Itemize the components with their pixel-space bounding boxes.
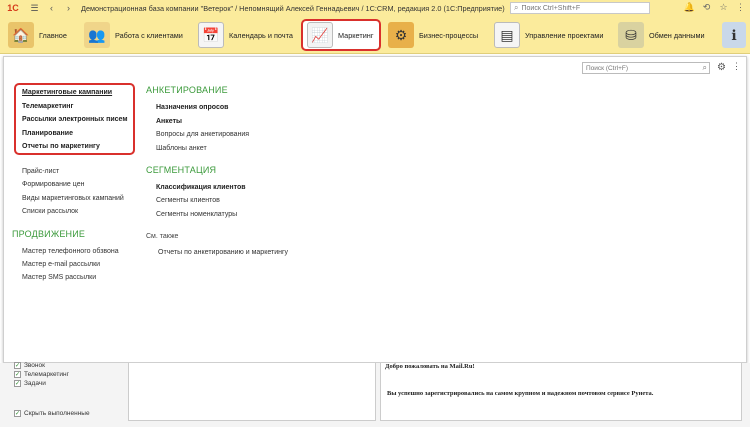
link-email-mailings[interactable]: Рассылки электронных писем [22,116,128,123]
heading-segmentation: СЕГМЕНТАЦИЯ [146,165,217,175]
link-product-segments[interactable]: Сегменты номенклатуры [156,211,237,218]
info-icon: ℹ [722,22,746,48]
marketing-icon: 📈 [307,22,333,48]
mail-greeting: Добро пожаловать на Mail.Ru! [385,363,475,370]
clients-icon: 👥 [84,22,110,48]
more-icon[interactable]: ⋮ [732,61,741,72]
link-marketing-reports[interactable]: Отчеты по маркетингу [22,143,100,150]
link-client-segments[interactable]: Сегменты клиентов [156,197,220,204]
window-title: Демонстрационная база компании "Ветерок"… [81,3,505,13]
link-survey-marketing-reports[interactable]: Отчеты по анкетированию и маркетингу [158,249,288,256]
filter-label: Задачи [24,380,46,387]
link-campaign-types[interactable]: Виды маркетинговых кампаний [22,195,124,202]
bell-icon[interactable]: 🔔 [684,2,695,13]
global-search-input[interactable] [521,4,642,12]
section-label: Бизнес-процессы [419,30,479,40]
marketing-panel: ⌕ ⚙ ⋮ Маркетинговые кампании Телемаркети… [3,56,747,363]
filter-tasks[interactable]: ✓ Задачи [14,380,46,387]
section-more[interactable]: ℹ [722,18,746,52]
panel-search[interactable]: ⌕ [582,62,710,74]
link-mailing-lists[interactable]: Списки рассылок [22,208,78,215]
filter-telemarketing[interactable]: ✓ Телемаркетинг [14,371,69,378]
section-label: Управление проектами [525,30,604,40]
check-icon: ✓ [14,380,21,387]
link-marketing-campaigns[interactable]: Маркетинговые кампании [22,89,112,96]
section-data-exchange[interactable]: ⛁ Обмен данными [618,18,705,52]
link-client-classification[interactable]: Классификация клиентов [156,184,246,191]
link-price-formation[interactable]: Формирование цен [22,181,84,188]
star-icon[interactable]: ☆ [718,2,729,13]
search-icon: ⌕ [514,3,519,12]
section-label: Обмен данными [649,30,705,40]
link-sms-wizard[interactable]: Мастер SMS рассылки [22,274,96,281]
sections-panel: 🏠 Главное 👥 Работа с клиентами 📅 Календа… [0,16,750,54]
gear-icon[interactable]: ⚙ [717,62,726,73]
section-calendar[interactable]: 📅 Календарь и почта [198,18,293,52]
link-phone-wizard[interactable]: Мастер телефонного обзвона [22,248,119,255]
link-survey-assignments[interactable]: Назначения опросов [156,104,228,111]
section-main[interactable]: 🏠 Главное [8,18,67,52]
section-label: Работа с клиентами [115,30,183,40]
section-marketing[interactable]: 📈 Маркетинг [301,19,382,51]
link-price-list[interactable]: Прайс-лист [22,168,59,175]
task-list-area [128,363,376,421]
link-survey-questions[interactable]: Вопросы для анкетирования [156,131,249,138]
section-label: Календарь и почта [229,30,293,40]
filter-label: Звонок [24,362,45,369]
app-logo: 1С [7,3,19,13]
panel-search-input[interactable] [586,64,686,72]
filter-call[interactable]: ✓ Звонок [14,362,45,369]
titlebar-tools: 🔔 ⟲ ☆ ⋮ [684,2,746,13]
data-exchange-icon: ⛁ [618,22,644,48]
see-also-label: См. также [146,233,179,240]
projects-icon: ▤ [494,22,520,48]
section-projects[interactable]: ▤ Управление проектами [494,18,603,52]
section-business-processes[interactable]: ⚙ Бизнес-процессы [388,18,478,52]
forward-icon[interactable]: › [63,3,74,14]
link-survey-templates[interactable]: Шаблоны анкет [156,145,207,152]
link-email-wizard[interactable]: Мастер e-mail рассылки [22,261,100,268]
search-icon: ⌕ [702,63,707,72]
global-search[interactable]: ⌕ [510,2,650,14]
business-process-icon: ⚙ [388,22,414,48]
mail-preview: Добро пожаловать на Mail.Ru! Вы успешно … [380,363,742,421]
history-icon[interactable]: ⟲ [701,2,712,13]
section-label: Маркетинг [338,30,374,40]
check-icon: ✓ [14,410,21,417]
filter-label: Скрыть выполненные [24,410,90,417]
heading-promotion: ПРОДВИЖЕНИЕ [12,229,86,239]
filter-hide-done[interactable]: ✓ Скрыть выполненные [14,410,90,417]
task-filter-column: ✓ Звонок ✓ Телемаркетинг ✓ Задачи ✓ Скрыть в… [4,362,126,421]
mail-body: Вы успешно зарегистрировались на самом к… [387,390,654,397]
back-icon[interactable]: ‹ [46,3,57,14]
check-icon: ✓ [14,371,21,378]
calendar-icon: 📅 [198,22,224,48]
check-icon: ✓ [14,362,21,369]
section-clients[interactable]: 👥 Работа с клиентами [84,18,183,52]
link-telemarketing[interactable]: Телемаркетинг [22,103,73,110]
more-icon[interactable]: ⋮ [735,2,746,13]
heading-surveys: АНКЕТИРОВАНИЕ [146,85,228,95]
link-questionnaires[interactable]: Анкеты [156,118,182,125]
filter-label: Телемаркетинг [24,371,69,378]
link-planning[interactable]: Планирование [22,130,73,137]
menu-icon[interactable]: ☰ [29,3,40,14]
home-icon: 🏠 [8,22,34,48]
section-label: Главное [39,30,67,40]
